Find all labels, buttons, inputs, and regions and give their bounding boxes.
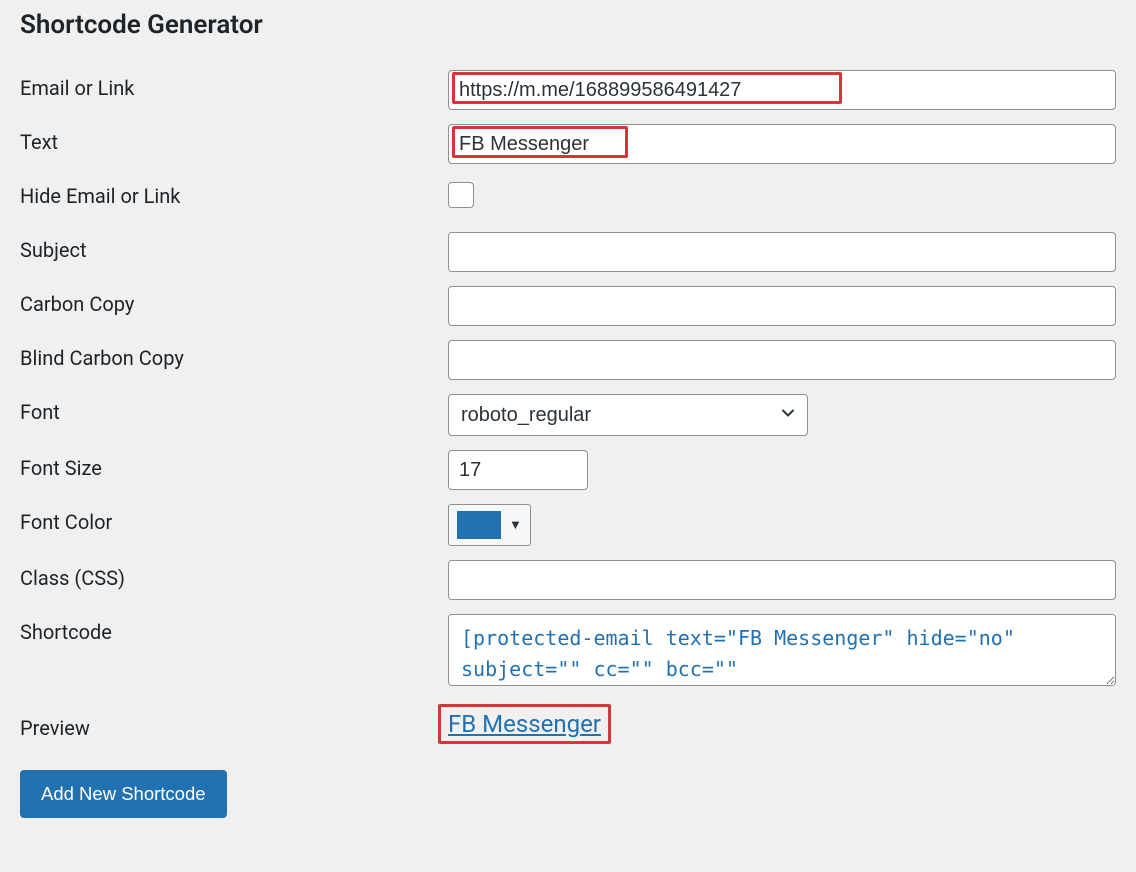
shortcode-textarea[interactable]: [protected-email text="FB Messenger" hid…: [448, 614, 1116, 686]
row-text: Text: [20, 124, 1116, 164]
label-hide: Hide Email or Link: [20, 178, 448, 208]
preview-link[interactable]: FB Messenger: [448, 710, 601, 738]
row-font-color: Font Color ▼: [20, 504, 1116, 546]
row-font: Font roboto_regular: [20, 394, 1116, 436]
label-font: Font: [20, 394, 448, 424]
add-new-shortcode-button[interactable]: Add New Shortcode: [20, 770, 227, 818]
label-shortcode: Shortcode: [20, 614, 448, 644]
triangle-down-icon: ▼: [509, 517, 522, 533]
label-font-size: Font Size: [20, 450, 448, 480]
row-email-or-link: Email or Link: [20, 70, 1116, 110]
row-hide: Hide Email or Link: [20, 178, 1116, 218]
class-input[interactable]: [448, 560, 1116, 600]
label-class: Class (CSS): [20, 560, 448, 590]
row-preview: Preview FB Messenger: [20, 710, 1116, 750]
label-font-color: Font Color: [20, 504, 448, 534]
row-font-size: Font Size: [20, 450, 1116, 490]
label-text: Text: [20, 124, 448, 154]
row-class: Class (CSS): [20, 560, 1116, 600]
font-color-picker[interactable]: ▼: [448, 504, 531, 546]
label-cc: Carbon Copy: [20, 286, 448, 316]
label-subject: Subject: [20, 232, 448, 262]
subject-input[interactable]: [448, 232, 1116, 272]
hide-checkbox[interactable]: [448, 182, 474, 208]
page-title: Shortcode Generator: [20, 10, 1116, 40]
label-preview: Preview: [20, 710, 448, 740]
color-swatch: [457, 511, 501, 539]
font-size-input[interactable]: [448, 450, 588, 490]
bcc-input[interactable]: [448, 340, 1116, 380]
email-or-link-input[interactable]: [448, 70, 1116, 110]
cc-input[interactable]: [448, 286, 1116, 326]
label-email-or-link: Email or Link: [20, 70, 448, 100]
row-bcc: Blind Carbon Copy: [20, 340, 1116, 380]
row-shortcode: Shortcode [protected-email text="FB Mess…: [20, 614, 1116, 690]
row-cc: Carbon Copy: [20, 286, 1116, 326]
text-input[interactable]: [448, 124, 1116, 164]
row-subject: Subject: [20, 232, 1116, 272]
label-bcc: Blind Carbon Copy: [20, 340, 448, 370]
font-select[interactable]: roboto_regular: [448, 394, 808, 436]
